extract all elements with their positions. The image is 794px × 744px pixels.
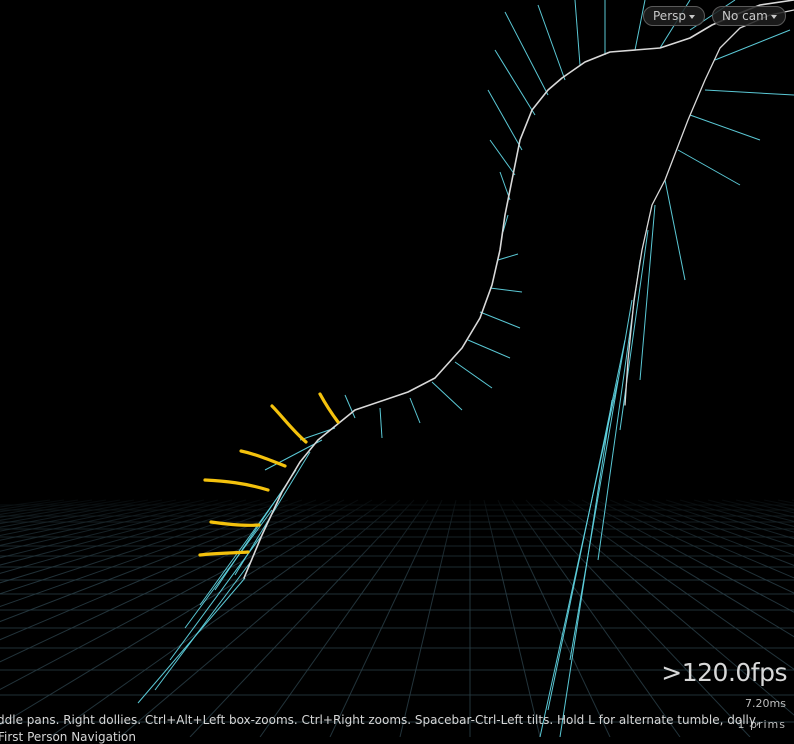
normal-line: [497, 253, 519, 261]
normal-line: [431, 381, 463, 411]
normal-line: [454, 361, 493, 389]
scene-canvas[interactable]: [0, 0, 794, 737]
normal-line: [487, 89, 523, 151]
chevron-down-icon: [689, 14, 695, 19]
normal-line: [569, 299, 633, 661]
view-menu-label: Persp: [653, 9, 686, 23]
annotation-stroke: [270, 404, 308, 444]
chevron-down-icon: [770, 14, 777, 19]
normal-line: [689, 114, 761, 141]
normal-line: [504, 11, 549, 96]
grid-fade: [0, 490, 794, 580]
camera-menu-label: No cam: [722, 9, 768, 23]
frame-time-readout: 7.20ms: [745, 697, 786, 710]
normal-line: [489, 139, 516, 176]
fps-readout: >120.0fps: [661, 658, 787, 687]
normal-line: [714, 29, 791, 61]
curve-secondary: [624, 9, 794, 406]
navigation-hint-secondary: First Person Navigation: [0, 730, 136, 744]
normal-line: [574, 0, 581, 66]
normal-line: [409, 397, 421, 424]
normal-line: [494, 49, 536, 116]
curve-normals: [137, 0, 794, 737]
viewport[interactable]: Persp No cam >120.0fps 7.20ms 1 prims dd…: [0, 0, 794, 744]
view-menu-button[interactable]: Persp: [643, 6, 705, 26]
normal-line: [489, 287, 523, 293]
normal-line: [379, 407, 383, 439]
normal-line: [479, 311, 521, 329]
normal-line: [704, 89, 794, 96]
annotation-stroke: [239, 449, 287, 468]
annotation-stroke: [318, 392, 340, 424]
camera-menu-button[interactable]: No cam: [712, 6, 786, 26]
navigation-hint: ddle pans. Right dollies. Ctrl+Alt+Left …: [0, 713, 760, 727]
normal-line: [664, 179, 686, 281]
annotation-stroke: [203, 478, 270, 492]
normal-line: [634, 0, 646, 51]
normal-line: [467, 339, 511, 359]
normal-line: [677, 149, 741, 186]
normal-line: [537, 4, 566, 81]
